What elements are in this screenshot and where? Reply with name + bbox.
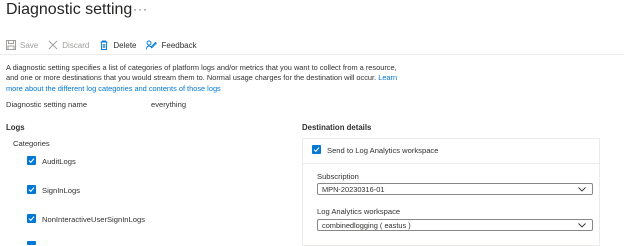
- trash-icon: [100, 40, 108, 50]
- auditlogs-label: AuditLogs: [42, 157, 76, 166]
- feedback-label: Feedback: [161, 40, 197, 50]
- command-bar-divider: [0, 54, 624, 55]
- command-bar: Save Discard Delete Feedback: [6, 38, 207, 52]
- auditlogs-checkbox[interactable]: [27, 156, 36, 165]
- description-body: A diagnostic setting specifies a list of…: [6, 63, 397, 83]
- workspace-value: combinedlogging ( eastus ): [322, 220, 411, 230]
- categories-label: Categories: [13, 139, 50, 148]
- discard-icon: [48, 40, 58, 50]
- checkmark-icon: [28, 216, 35, 222]
- save-button[interactable]: Save: [6, 40, 38, 50]
- checkmark-icon: [28, 158, 35, 164]
- more-options-icon[interactable]: ···: [133, 2, 148, 16]
- feedback-button[interactable]: Feedback: [146, 40, 197, 50]
- discard-label: Discard: [62, 40, 90, 50]
- discard-button[interactable]: Discard: [48, 40, 89, 50]
- delete-button[interactable]: Delete: [99, 40, 136, 50]
- destination-heading: Destination details: [302, 123, 372, 132]
- subscription-dropdown[interactable]: MPN-20230316-01: [317, 183, 593, 195]
- chevron-down-icon: [578, 186, 586, 192]
- setting-name-label: Diagnostic setting name: [6, 100, 88, 109]
- description-text: A diagnostic setting specifies a list of…: [6, 63, 411, 94]
- setting-name-value: everything: [151, 100, 187, 109]
- noninteractive-signinlogs-checkbox[interactable]: [27, 214, 36, 223]
- signinlogs-checkbox[interactable]: [27, 185, 36, 194]
- signinlogs-label: SignInLogs: [42, 186, 80, 195]
- workspace-label: Log Analytics workspace: [317, 207, 401, 216]
- logs-heading: Logs: [6, 123, 25, 132]
- page-title: Diagnostic setting: [6, 1, 133, 18]
- checkmark-icon: [313, 147, 320, 153]
- chevron-down-icon: [578, 222, 586, 228]
- save-label: Save: [20, 40, 39, 50]
- save-icon: [6, 40, 16, 50]
- workspace-dropdown[interactable]: combinedlogging ( eastus ): [317, 219, 593, 231]
- delete-label: Delete: [113, 40, 137, 50]
- subscription-value: MPN-20230316-01: [322, 184, 385, 194]
- noninteractive-signinlogs-label: NonInteractiveUserSignInLogs: [42, 215, 145, 224]
- send-log-analytics-checkbox[interactable]: [312, 145, 321, 154]
- subscription-label: Subscription: [317, 172, 359, 181]
- feedback-icon: [146, 40, 158, 50]
- send-log-analytics-label: Send to Log Analytics workspace: [327, 146, 439, 155]
- next-category-checkbox[interactable]: [27, 241, 36, 245]
- checkmark-icon: [28, 187, 35, 193]
